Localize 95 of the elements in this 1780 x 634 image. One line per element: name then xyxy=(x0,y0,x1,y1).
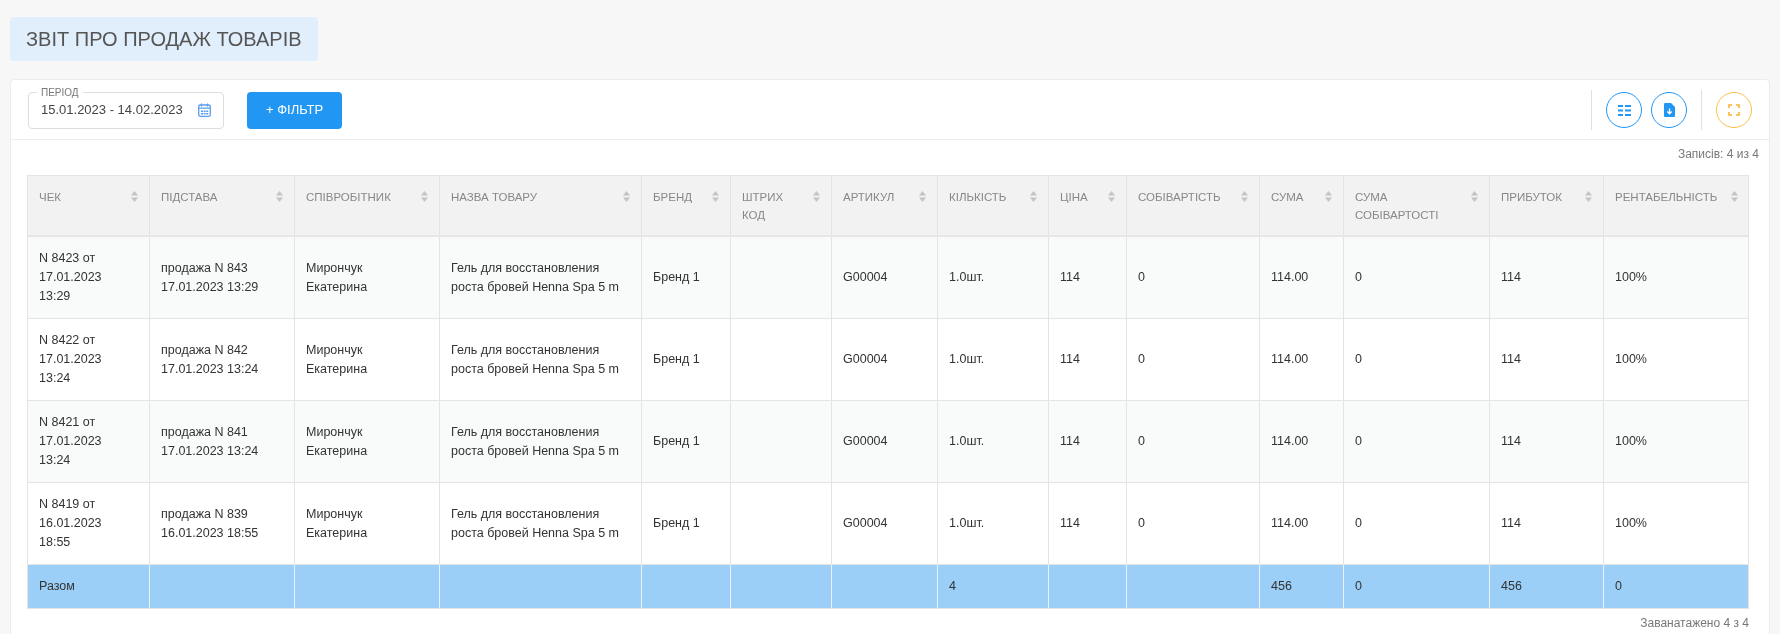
sort-icon xyxy=(919,191,926,202)
table-cell-text: N 8419 от 16.01.2023 18:55 xyxy=(39,496,103,551)
table-cell-text: Мирончук Екатерина xyxy=(306,505,369,542)
table-cell-text: 100% xyxy=(1615,269,1647,286)
sort-icon xyxy=(421,191,428,202)
table-cell-text: 114 xyxy=(1060,433,1080,450)
list-icon xyxy=(1617,104,1631,116)
column-header[interactable]: БРЕНД xyxy=(642,176,731,235)
table-cell-text: 114 xyxy=(1501,269,1521,286)
table-cell-text: G00004 xyxy=(843,433,888,450)
sort-icon xyxy=(1241,191,1248,202)
column-header[interactable]: ПІДСТАВА xyxy=(150,176,295,235)
table-cell-text: 0 xyxy=(1138,269,1145,286)
sort-icon xyxy=(1731,191,1738,202)
sort-icon xyxy=(1325,191,1332,202)
table-cell-text: 114 xyxy=(1501,351,1521,368)
table-cell-text: 0 xyxy=(1355,269,1362,286)
column-header[interactable]: СПІВРОБІТНИК xyxy=(295,176,440,235)
total-cell-text: 456 xyxy=(1271,578,1292,596)
total-cell-text: 456 xyxy=(1501,578,1522,596)
table-cell-text: 0 xyxy=(1355,515,1362,532)
table-cell-text: 114.00 xyxy=(1271,433,1309,450)
table-cell-text: G00004 xyxy=(843,269,888,286)
sort-icon xyxy=(712,191,719,202)
loaded-count: Заванатажено 4 з 4 xyxy=(1640,615,1749,632)
table-cell-text: 114 xyxy=(1060,515,1080,532)
total-cell-text: 0 xyxy=(1355,578,1362,596)
total-cell-text: Разом xyxy=(39,578,75,596)
calendar-icon xyxy=(198,103,211,117)
column-header[interactable]: ШТРИХ КОД xyxy=(731,176,832,235)
table-cell-text: Бренд 1 xyxy=(653,433,700,450)
fullscreen-icon xyxy=(1728,104,1740,116)
sort-icon xyxy=(276,191,283,202)
sort-icon xyxy=(131,191,138,202)
sort-icon xyxy=(1471,191,1478,202)
sort-icon xyxy=(1585,191,1592,202)
table-cell-text: G00004 xyxy=(843,515,888,532)
page-title: ЗВІТ ПРО ПРОДАЖ ТОВАРІВ xyxy=(10,17,318,61)
column-header[interactable]: РЕНТАБЕЛЬНІСТЬ xyxy=(1604,176,1749,235)
table-cell-text: продажа N 843 17.01.2023 13:29 xyxy=(161,259,260,296)
table-cell-text: 114 xyxy=(1501,433,1521,450)
table-cell-text: продажа N 842 17.01.2023 13:24 xyxy=(161,341,260,378)
table-cell-text: 100% xyxy=(1615,515,1647,532)
table-cell-text: 114.00 xyxy=(1271,515,1309,532)
column-header[interactable]: ПРИБУТОК xyxy=(1490,176,1604,235)
table-cell-text: 114 xyxy=(1060,269,1080,286)
column-header[interactable]: КІЛЬКІСТЬ xyxy=(938,176,1049,235)
period-value: 15.01.2023 - 14.02.2023 xyxy=(41,101,183,120)
column-header[interactable]: СУМА СОБІВАРТОСТІ xyxy=(1344,176,1490,235)
table-cell-text: продажа N 841 17.01.2023 13:24 xyxy=(161,423,260,460)
table-cell-text: продажа N 839 16.01.2023 18:55 xyxy=(161,505,260,542)
table-cell-text: 0 xyxy=(1355,433,1362,450)
table-cell-text: 100% xyxy=(1615,433,1647,450)
table-cell-text: Мирончук Екатерина xyxy=(306,423,369,460)
table-cell-text: 114.00 xyxy=(1271,269,1309,286)
table-cell-text: Мирончук Екатерина xyxy=(306,341,369,378)
column-header[interactable]: ЦІНА xyxy=(1049,176,1127,235)
table-cell-text: Гель для восстановления роста бровей Henna Spa 5 m xyxy=(451,423,620,460)
table-cell-text: Бренд 1 xyxy=(653,269,700,286)
total-cell-text: 0 xyxy=(1615,578,1622,596)
table-cell-text: Бренд 1 xyxy=(653,351,700,368)
sort-icon xyxy=(1108,191,1115,202)
table-cell-text: 0 xyxy=(1355,351,1362,368)
file-download-icon xyxy=(1663,103,1675,117)
table-cell-text: 114.00 xyxy=(1271,351,1309,368)
column-header[interactable]: НАЗВА ТОВАРУ xyxy=(440,176,642,235)
table-cell-text: 1.0шт. xyxy=(949,433,985,450)
table-cell-text: 1.0шт. xyxy=(949,515,985,532)
sort-icon xyxy=(813,191,820,202)
table-cell-text: 114 xyxy=(1060,351,1080,368)
table-cell-text: Гель для восстановления роста бровей Henna Spa 5 m xyxy=(451,505,620,542)
table-cell-text: Мирончук Екатерина xyxy=(306,259,369,296)
table-cell-text: N 8422 от 17.01.2023 13:24 xyxy=(39,332,103,387)
table-cell-text: 1.0шт. xyxy=(949,269,985,286)
table-cell-text: G00004 xyxy=(843,351,888,368)
table-cell-text: 0 xyxy=(1138,433,1145,450)
column-header[interactable]: ЧЕК xyxy=(28,176,150,235)
table-cell-text: 114 xyxy=(1501,515,1521,532)
table-cell-text: 0 xyxy=(1138,515,1145,532)
table-cell-text: 100% xyxy=(1615,351,1647,368)
filter-button[interactable]: + ФІЛЬТР xyxy=(247,91,343,129)
total-cell-text: 4 xyxy=(949,578,956,596)
table-cell-text: Бренд 1 xyxy=(653,515,700,532)
table-cell-text: Гель для восстановления роста бровей Henna Spa 5 m xyxy=(451,341,620,378)
table-cell-text: N 8423 от 17.01.2023 13:29 xyxy=(39,250,103,305)
table-cell-text: Гель для восстановления роста бровей Henna Spa 5 m xyxy=(451,259,620,296)
table-cell-text: 1.0шт. xyxy=(949,351,985,368)
column-header[interactable]: СУМА xyxy=(1260,176,1344,235)
column-header[interactable]: СОБІВАРТІСТЬ xyxy=(1127,176,1260,235)
sort-icon xyxy=(1030,191,1037,202)
column-header[interactable]: АРТИКУЛ xyxy=(832,176,938,235)
table-cell-text: 0 xyxy=(1138,351,1145,368)
records-count: Записів: 4 из 4 xyxy=(1677,146,1759,163)
sort-icon xyxy=(623,191,630,202)
table-cell-text: N 8421 от 17.01.2023 13:24 xyxy=(39,414,103,469)
